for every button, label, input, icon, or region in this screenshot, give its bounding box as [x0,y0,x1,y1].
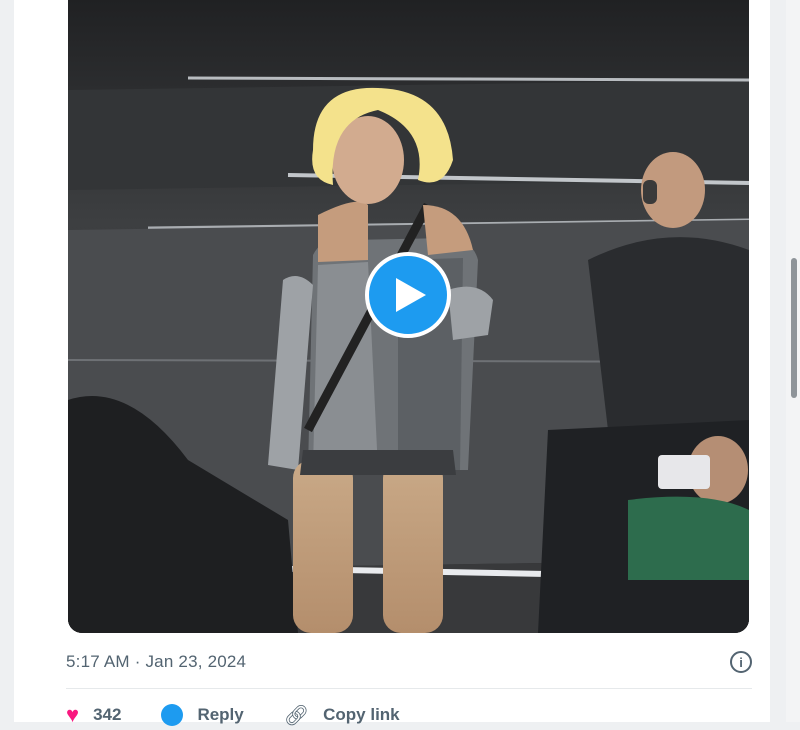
reply-icon [161,704,184,726]
tweet-actions: ♥ 342 Reply 🔗︎ Copy link [66,700,440,730]
heart-icon: ♥ [66,702,80,727]
info-icon[interactable]: i [730,651,752,673]
play-button[interactable] [365,252,451,338]
like-button[interactable]: ♥ 342 [66,704,121,726]
copy-link-button[interactable]: 🔗︎ Copy link [284,703,400,728]
scrollbar[interactable] [786,0,800,722]
copy-link-label: Copy link [323,705,400,724]
tweet-meta: 5:17 AM · Jan 23, 2024 i [66,648,752,676]
reply-button[interactable]: Reply [161,704,244,726]
tweet-timestamp[interactable]: 5:17 AM · Jan 23, 2024 [66,652,246,672]
play-icon [396,278,426,312]
tweet-card: 5:17 AM · Jan 23, 2024 i ♥ 342 Reply 🔗︎ … [14,0,770,727]
scrollbar-thumb[interactable] [791,258,797,398]
tweet-video[interactable] [68,0,749,633]
divider [66,688,752,689]
like-count: 342 [93,705,122,724]
link-icon: 🔗︎ [283,704,310,727]
reply-label: Reply [197,705,244,724]
